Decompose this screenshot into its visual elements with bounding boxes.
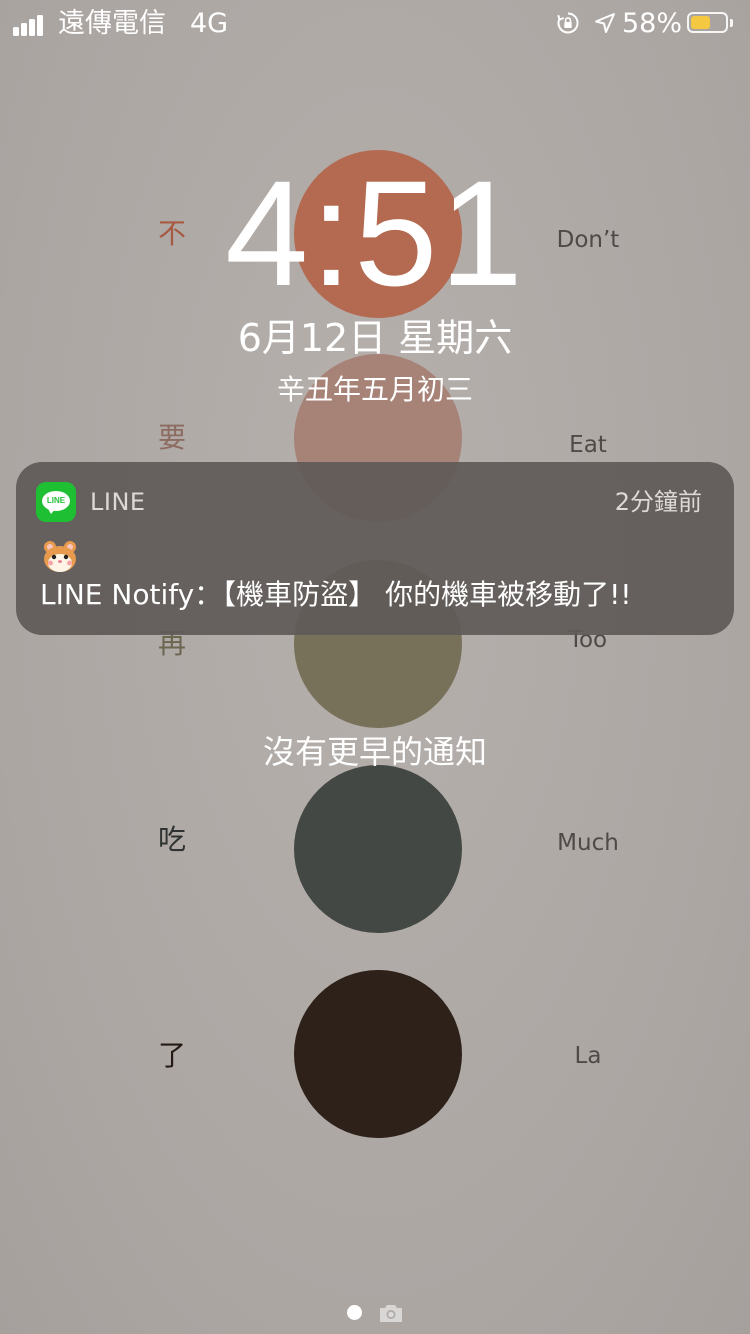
wallpaper-circle-5 — [294, 970, 462, 1138]
carrier-name: 遠傳電信 — [58, 8, 166, 39]
camera-icon[interactable] — [378, 1302, 404, 1324]
current-page-dot[interactable] — [347, 1305, 362, 1320]
line-notification-card[interactable]: LINE LINE 2分鐘前 LINE Notify：【機車防盜】 你的機車被移… — [16, 462, 734, 635]
lock-screen-time: 4:51 — [225, 149, 525, 317]
line-app-icon: LINE — [36, 482, 76, 522]
wallpaper-word-en-2: Eat — [569, 432, 607, 458]
network-type: 4G — [190, 8, 229, 39]
battery-level-fill — [691, 16, 710, 29]
wallpaper-circle-4 — [294, 765, 462, 933]
lunar-date: 辛丑年五月初三 — [276, 373, 473, 406]
status-bar: 遠傳電信 4G 58% — [0, 0, 750, 48]
rotation-lock-icon — [557, 12, 579, 34]
lock-screen: 不 要 再 吃 了 Don’t Eat Too Much La 遠傳電信 4G … — [0, 0, 750, 1334]
wallpaper-word-cjk-4: 吃 — [157, 823, 186, 856]
notification-message: LINE Notify：【機車防盜】 你的機車被移動了!! — [40, 578, 632, 611]
battery-terminal — [730, 19, 733, 27]
line-app-icon-label: LINE — [46, 496, 66, 505]
notification-app-name: LINE — [90, 488, 146, 516]
location-arrow-icon — [595, 13, 615, 33]
lock-screen-date: 6月12日 星期六 — [237, 316, 513, 360]
wallpaper-word-cjk-2: 要 — [157, 421, 186, 454]
battery-percentage: 58% — [622, 8, 683, 39]
notification-time: 2分鐘前 — [614, 488, 702, 516]
wallpaper-word-en-5: La — [574, 1043, 602, 1069]
battery-icon — [687, 12, 728, 33]
wallpaper-word-cjk-5: 了 — [157, 1039, 186, 1072]
hamster-face-icon — [44, 541, 76, 572]
no-older-notifications-label: 沒有更早的通知 — [262, 733, 487, 771]
wallpaper-word-en-4: Much — [557, 830, 619, 856]
signal-bars-icon — [13, 12, 51, 36]
